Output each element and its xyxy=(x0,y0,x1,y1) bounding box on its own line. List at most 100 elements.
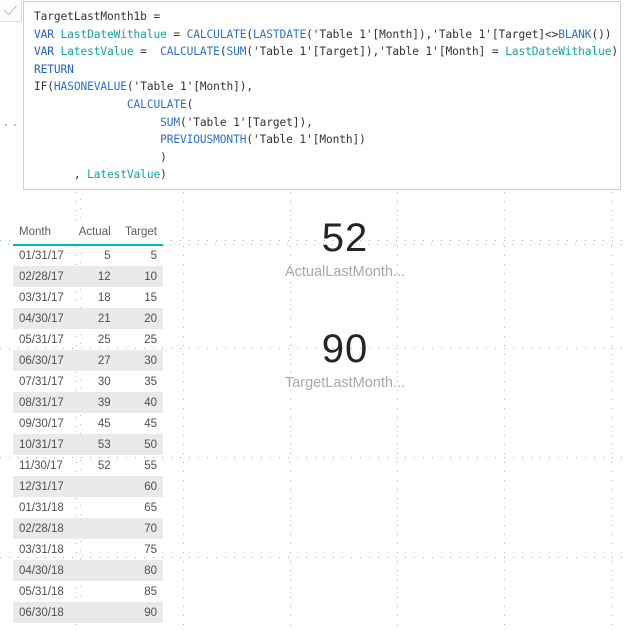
dax-token-var: LastDateWithalue xyxy=(505,45,612,59)
cell-month: 08/31/17 xyxy=(13,392,72,413)
dax-token-fn: LASTDATE xyxy=(253,27,307,41)
cell-target: 50 xyxy=(117,434,163,455)
card-label: ActualLastMonth... xyxy=(284,264,406,280)
table-row[interactable]: 02/28/18 70 xyxy=(13,518,163,539)
cell-month: 03/31/18 xyxy=(19,543,64,556)
cell-month: 05/31/18 xyxy=(19,585,64,598)
canvas-guide-vertical xyxy=(611,192,612,631)
cell-month: 04/30/17 xyxy=(13,308,72,329)
cell-actual xyxy=(71,560,118,581)
cell-actual: 53 xyxy=(71,434,118,455)
column-header-month[interactable]: Month xyxy=(13,222,72,246)
dax-token-txt: = xyxy=(166,27,187,41)
cell-actual: 5 xyxy=(104,250,111,262)
cell-target: 80 xyxy=(117,560,163,581)
table-row[interactable]: 04/30/18 80 xyxy=(13,560,163,581)
cell-target: 85 xyxy=(144,585,157,598)
cell-actual xyxy=(71,602,118,623)
cell-month: 03/31/17 xyxy=(19,291,64,304)
cell-actual: 18 xyxy=(97,291,111,304)
column-header-target[interactable]: Target xyxy=(116,222,163,246)
cell-actual: 25 xyxy=(97,333,111,346)
dax-token-txt: IF( xyxy=(34,80,54,94)
table-row[interactable]: 01/31/18 65 xyxy=(13,497,163,518)
cell-actual: 27 xyxy=(71,350,118,371)
table-row[interactable]: 08/31/17 39 40 xyxy=(13,392,163,413)
cell-target: 65 xyxy=(144,501,157,514)
card-value: 90 xyxy=(321,327,369,371)
cell-target: 45 xyxy=(144,417,157,430)
table-row[interactable]: 04/30/17 21 20 xyxy=(13,308,163,329)
dax-formula-editor[interactable]: TargetLastMonth1b = VAR LastDateWithalue… xyxy=(23,1,621,190)
cell-target: 75 xyxy=(144,543,157,556)
cell-actual xyxy=(71,581,117,602)
cell-target: 10 xyxy=(117,266,163,287)
table-row[interactable]: 02/28/17 12 10 xyxy=(13,266,163,287)
cell-actual xyxy=(71,476,118,497)
dax-token-fn: CALCULATE xyxy=(186,27,247,41)
column-header-actual[interactable]: Actual xyxy=(70,222,118,246)
cell-target: 15 xyxy=(144,291,157,304)
cell-month: 09/30/17 xyxy=(19,417,64,430)
dax-token-txt: ) xyxy=(34,150,167,164)
cell-month: 01/31/18 xyxy=(19,501,64,514)
cell-target: 35 xyxy=(144,375,157,388)
dax-token-fn: SUM xyxy=(160,115,180,129)
cell-month: 04/30/18 xyxy=(13,560,72,581)
canvas-guide-vertical xyxy=(504,192,505,631)
cell-actual: 12 xyxy=(71,266,118,287)
dax-token-fn: CALCULATE xyxy=(160,45,220,59)
cell-month: 06/30/17 xyxy=(13,350,72,371)
cell-month: 11/30/17 xyxy=(19,459,63,472)
cell-target: 55 xyxy=(144,459,157,472)
cell-month: 12/31/17 xyxy=(13,476,72,497)
table-row[interactable]: 09/30/17 45 45 xyxy=(13,413,163,434)
cell-month: 01/31/17 xyxy=(19,250,64,262)
dax-token-txt xyxy=(34,98,127,111)
cell-target: 40 xyxy=(117,392,163,413)
dax-token-var: LastDateWithalue xyxy=(60,27,167,41)
cell-target: 60 xyxy=(117,476,163,497)
cell-target: 30 xyxy=(117,350,163,371)
cell-actual xyxy=(71,539,117,560)
cell-target: 5 xyxy=(150,250,157,262)
table-row[interactable]: 06/30/18 90 xyxy=(13,602,163,623)
table-row[interactable]: 03/31/17 18 15 xyxy=(13,287,163,308)
table-row[interactable]: 05/31/17 25 25 xyxy=(13,329,163,350)
table-row[interactable]: 10/31/17 53 50 xyxy=(13,434,163,455)
card-label: TargetLastMonth... xyxy=(284,375,406,391)
cell-actual: 39 xyxy=(71,392,118,413)
table-row[interactable]: 05/31/18 85 xyxy=(13,581,163,602)
card-visual-target-last-month[interactable]: 90 TargetLastMonth... xyxy=(235,327,455,392)
dax-token-txt: ('Table 1'[Month]) xyxy=(246,133,366,147)
dax-token-txt: ()) xyxy=(591,27,612,41)
table-row[interactable]: 12/31/17 60 xyxy=(13,476,163,497)
formula-commit-button[interactable] xyxy=(0,0,22,22)
cell-month: 02/28/17 xyxy=(13,266,72,287)
cell-actual xyxy=(71,497,117,518)
cell-actual xyxy=(71,518,118,539)
table-row[interactable]: 03/31/18 75 xyxy=(13,539,163,560)
table-row[interactable]: 11/30/17 52 55 xyxy=(13,455,163,476)
dax-token-var: LatestValue xyxy=(60,45,134,59)
table-row[interactable]: 06/30/17 27 30 xyxy=(13,350,163,371)
dax-token-kw: RETURN xyxy=(34,62,74,76)
dax-formula-code[interactable]: TargetLastMonth1b = VAR LastDateWithalue… xyxy=(34,8,618,184)
checkmark-icon xyxy=(4,5,17,16)
table-row[interactable]: 01/31/17 5 5 xyxy=(13,245,163,266)
card-visual-actual-last-month[interactable]: 52 ActualLastMonth... xyxy=(235,216,455,281)
table-row[interactable]: 07/31/17 30 35 xyxy=(13,371,163,392)
cell-month: 10/31/17 xyxy=(13,434,72,455)
cell-month: 05/31/17 xyxy=(19,333,64,346)
card-value: 52 xyxy=(321,216,369,260)
dax-token-txt xyxy=(34,133,160,146)
dax-token-txt: ('Table 1'[Target]), xyxy=(180,115,313,129)
dax-token-txt: = xyxy=(133,45,161,59)
table-visual[interactable]: Month Actual Target 01/31/17 5 5 02/28/17 12… xyxy=(13,222,163,623)
cell-month: 06/30/18 xyxy=(13,602,72,623)
data-table: Month Actual Target 01/31/17 5 5 02/28/17 12… xyxy=(13,222,163,623)
canvas-grid-dot xyxy=(14,124,16,126)
dax-token-txt: ('Table 1'[Target]),'Table 1'[Month] = xyxy=(246,45,506,59)
cell-month: 02/28/18 xyxy=(13,518,72,539)
dax-token-txt: TargetLastMonth1b = xyxy=(34,10,161,23)
